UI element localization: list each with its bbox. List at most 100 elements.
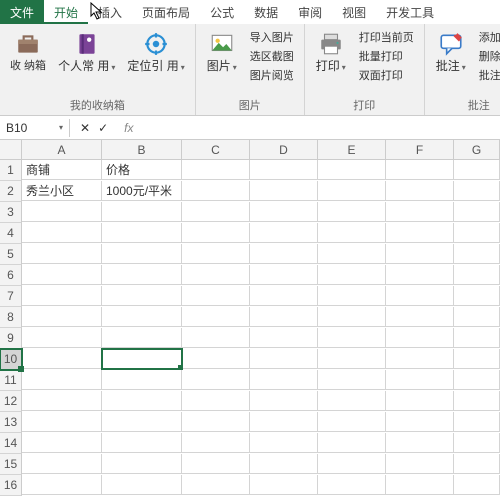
browse-comment-item[interactable]: 批注阅览 <box>477 66 500 84</box>
cell-E11[interactable] <box>318 370 386 390</box>
cell-A9[interactable] <box>22 328 102 348</box>
col-header-D[interactable]: D <box>250 140 318 160</box>
row-header-7[interactable]: 7 <box>0 286 22 307</box>
cell-C15[interactable] <box>182 454 250 474</box>
tab-insert[interactable]: 插入 <box>88 0 132 24</box>
cell-G14[interactable] <box>454 433 500 453</box>
cell-E14[interactable] <box>318 433 386 453</box>
cell-G15[interactable] <box>454 454 500 474</box>
cell-C12[interactable] <box>182 391 250 411</box>
personal-common-button[interactable]: 个人常 用▾ <box>56 28 117 76</box>
cell-B4[interactable] <box>102 223 182 243</box>
cell-G3[interactable] <box>454 202 500 222</box>
row-header-12[interactable]: 12 <box>0 391 22 412</box>
cell-D6[interactable] <box>250 265 318 285</box>
cell-A12[interactable] <box>22 391 102 411</box>
tab-home[interactable]: 开始 <box>44 0 88 24</box>
cell-C6[interactable] <box>182 265 250 285</box>
add-comment-item[interactable]: 添加批注 <box>477 28 500 46</box>
cell-E3[interactable] <box>318 202 386 222</box>
cell-D7[interactable] <box>250 286 318 306</box>
cell-A6[interactable] <box>22 265 102 285</box>
cell-B10[interactable] <box>102 349 182 369</box>
batch-print-item[interactable]: 批量打印 <box>357 47 416 65</box>
accept-formula-icon[interactable]: ✓ <box>98 121 108 135</box>
col-header-B[interactable]: B <box>102 140 182 160</box>
cell-E7[interactable] <box>318 286 386 306</box>
cell-B9[interactable] <box>102 328 182 348</box>
cell-B14[interactable] <box>102 433 182 453</box>
cell-G12[interactable] <box>454 391 500 411</box>
print-current-item[interactable]: 打印当前页 <box>357 28 416 46</box>
row-header-13[interactable]: 13 <box>0 412 22 433</box>
tab-formula[interactable]: 公式 <box>200 0 244 24</box>
cell-A3[interactable] <box>22 202 102 222</box>
cell-D3[interactable] <box>250 202 318 222</box>
print-button[interactable]: 打印▾ <box>313 28 349 76</box>
cell-A13[interactable] <box>22 412 102 432</box>
formula-input[interactable] <box>139 116 500 139</box>
cell-A10[interactable] <box>22 349 102 369</box>
picture-browse-item[interactable]: 图片阅览 <box>248 66 296 84</box>
cell-D10[interactable] <box>250 349 318 369</box>
cell-A11[interactable] <box>22 370 102 390</box>
duplex-print-item[interactable]: 双面打印 <box>357 66 416 84</box>
cell-F3[interactable] <box>386 202 454 222</box>
cell-F4[interactable] <box>386 223 454 243</box>
cell-B7[interactable] <box>102 286 182 306</box>
cell-G6[interactable] <box>454 265 500 285</box>
fx-icon[interactable]: fx <box>118 121 139 135</box>
cell-G7[interactable] <box>454 286 500 306</box>
cell-D2[interactable] <box>250 181 318 201</box>
cell-A15[interactable] <box>22 454 102 474</box>
cell-G1[interactable] <box>454 160 500 180</box>
cell-B3[interactable] <box>102 202 182 222</box>
cell-D15[interactable] <box>250 454 318 474</box>
cell-E10[interactable] <box>318 349 386 369</box>
cell-F1[interactable] <box>386 160 454 180</box>
cancel-formula-icon[interactable]: ✕ <box>80 121 90 135</box>
cell-G16[interactable] <box>454 475 500 495</box>
name-box[interactable]: B10▾ <box>0 119 70 137</box>
cell-E15[interactable] <box>318 454 386 474</box>
cell-G10[interactable] <box>454 349 500 369</box>
cell-C9[interactable] <box>182 328 250 348</box>
cell-D5[interactable] <box>250 244 318 264</box>
cell-E8[interactable] <box>318 307 386 327</box>
cell-G4[interactable] <box>454 223 500 243</box>
cell-E4[interactable] <box>318 223 386 243</box>
cell-C5[interactable] <box>182 244 250 264</box>
cell-D12[interactable] <box>250 391 318 411</box>
cell-F6[interactable] <box>386 265 454 285</box>
row-header-1[interactable]: 1 <box>0 160 22 181</box>
cell-A7[interactable] <box>22 286 102 306</box>
tab-view[interactable]: 视图 <box>332 0 376 24</box>
cell-F12[interactable] <box>386 391 454 411</box>
cell-B1[interactable]: 价格 <box>102 160 182 180</box>
row-header-4[interactable]: 4 <box>0 223 22 244</box>
cell-B8[interactable] <box>102 307 182 327</box>
cell-B6[interactable] <box>102 265 182 285</box>
cell-A1[interactable]: 商铺 <box>22 160 102 180</box>
cell-B2[interactable]: 1000元/平米 <box>102 181 182 201</box>
row-header-14[interactable]: 14 <box>0 433 22 454</box>
cell-C7[interactable] <box>182 286 250 306</box>
cell-E12[interactable] <box>318 391 386 411</box>
cell-D14[interactable] <box>250 433 318 453</box>
cell-E6[interactable] <box>318 265 386 285</box>
row-header-5[interactable]: 5 <box>0 244 22 265</box>
select-all-corner[interactable] <box>0 140 22 160</box>
cell-B11[interactable] <box>102 370 182 390</box>
cell-E1[interactable] <box>318 160 386 180</box>
col-header-G[interactable]: G <box>454 140 500 160</box>
cell-F9[interactable] <box>386 328 454 348</box>
tab-page-layout[interactable]: 页面布局 <box>132 0 200 24</box>
row-header-6[interactable]: 6 <box>0 265 22 286</box>
cell-D16[interactable] <box>250 475 318 495</box>
cell-C1[interactable] <box>182 160 250 180</box>
cell-C4[interactable] <box>182 223 250 243</box>
cell-D4[interactable] <box>250 223 318 243</box>
tab-dev[interactable]: 开发工具 <box>376 0 444 24</box>
cell-A4[interactable] <box>22 223 102 243</box>
cell-F13[interactable] <box>386 412 454 432</box>
